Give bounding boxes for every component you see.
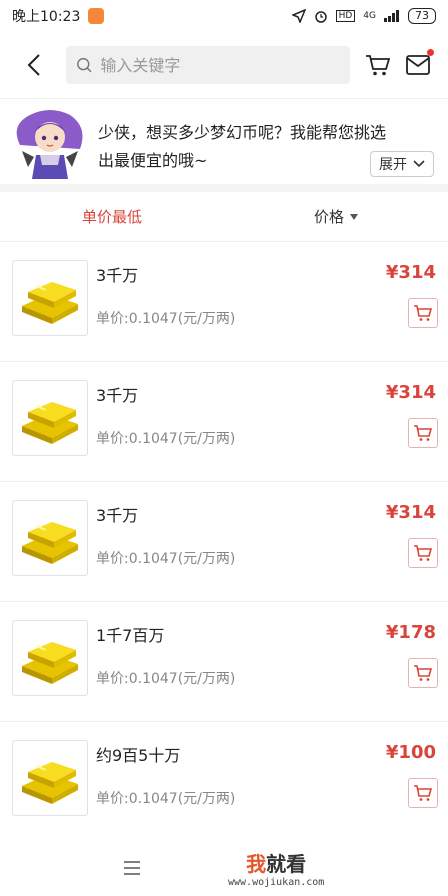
list-item[interactable]: 3千万 单价:0.1047(元/万两) ¥314 [0,242,448,362]
bottom-nav-bar: 我就看 www.wojiukan.com [0,840,448,896]
location-icon [291,9,306,23]
caret-down-icon [350,213,358,220]
add-to-cart-button[interactable] [408,418,438,448]
item-unit-price: 单价:0.1047(元/万两) [96,791,236,807]
banner-message: 少侠，想买多少梦幻币呢？我能帮您挑选出最便宜的哦~ [98,123,387,170]
gold-bar-thumbnail [12,500,88,576]
tab-lowest-unit-price[interactable]: 单价最低 [0,206,224,227]
item-unit-price: 单价:0.1047(元/万两) [96,551,236,567]
list-item[interactable]: 3千万 单价:0.1047(元/万两) ¥314 [0,482,448,602]
back-button[interactable] [18,45,50,85]
status-time: 晚上10:23 [12,9,81,25]
gold-bar-icon [22,522,78,564]
mascot-avatar-icon [16,110,83,179]
item-price: ¥314 [385,502,436,523]
gold-bar-thumbnail [12,380,88,456]
menu-button[interactable] [120,856,144,880]
item-unit-price: 单价:0.1047(元/万两) [96,671,236,687]
watermark: 我就看 www.wojiukan.com [228,848,324,888]
expand-button[interactable]: 展开 [370,151,434,177]
battery-indicator: 73 [408,8,436,24]
gold-bar-icon [22,402,78,444]
sort-bar: 单价最低 价格 [0,192,448,242]
search-box[interactable] [66,46,350,84]
add-to-cart-button[interactable] [408,538,438,568]
list-item[interactable]: 3千万 单价:0.1047(元/万两) ¥314 [0,362,448,482]
gold-bar-thumbnail [12,740,88,816]
assistant-banner: 少侠，想买多少梦幻币呢？我能帮您挑选出最便宜的哦~ 展开 [0,98,448,184]
watermark-url: www.wojiukan.com [228,877,325,888]
mail-icon [406,55,430,75]
gold-bar-thumbnail [12,620,88,696]
network-type: 4G [363,11,376,21]
cart-icon [414,425,433,441]
item-price: ¥314 [385,262,436,283]
tab-label: 价格 [313,208,344,226]
cart-icon [414,785,433,801]
section-divider [0,184,448,192]
watermark-rest: 就看 [266,852,307,876]
product-list: 3千万 单价:0.1047(元/万两) ¥314 3千万 单价:0.1047(元… [0,242,448,842]
message-button[interactable] [398,45,438,85]
item-price: ¥100 [385,742,436,763]
tab-price[interactable]: 价格 [224,206,448,227]
hd-icon: HD [335,10,356,22]
watermark-title: 我就看 [246,848,306,877]
item-unit-price: 单价:0.1047(元/万两) [96,431,236,447]
chevron-down-icon [413,160,425,168]
list-item[interactable]: 约9百5十万 单价:0.1047(元/万两) ¥100 [0,722,448,842]
item-unit-price: 单价:0.1047(元/万两) [96,311,236,327]
add-to-cart-button[interactable] [408,298,438,328]
unread-dot [427,49,434,56]
gold-bar-icon [22,762,78,804]
alarm-icon [314,11,327,23]
status-bar: 晚上10:23 HD 4G 73 [0,0,448,32]
menu-icon [124,861,140,875]
cart-icon [414,665,433,681]
item-price: ¥178 [385,622,436,643]
watermark-accent: 我 [246,852,267,876]
expand-label: 展开 [379,157,407,173]
add-to-cart-button[interactable] [408,778,438,808]
list-item[interactable]: 1千7百万 单价:0.1047(元/万两) ¥178 [0,602,448,722]
gold-bar-icon [22,282,78,324]
cart-icon [414,545,433,561]
signal-icon [384,10,399,22]
add-to-cart-button[interactable] [408,658,438,688]
item-price: ¥314 [385,382,436,403]
tab-label: 单价最低 [81,208,142,226]
gold-bar-thumbnail [12,260,88,336]
search-input[interactable] [100,55,340,75]
top-bar [0,32,448,98]
search-icon [77,57,92,73]
chevron-left-icon [27,54,40,76]
cart-button[interactable] [358,45,398,85]
cart-icon [366,55,391,76]
cart-icon [414,305,433,321]
app-notification-icon [88,8,105,24]
gold-bar-icon [22,642,78,684]
